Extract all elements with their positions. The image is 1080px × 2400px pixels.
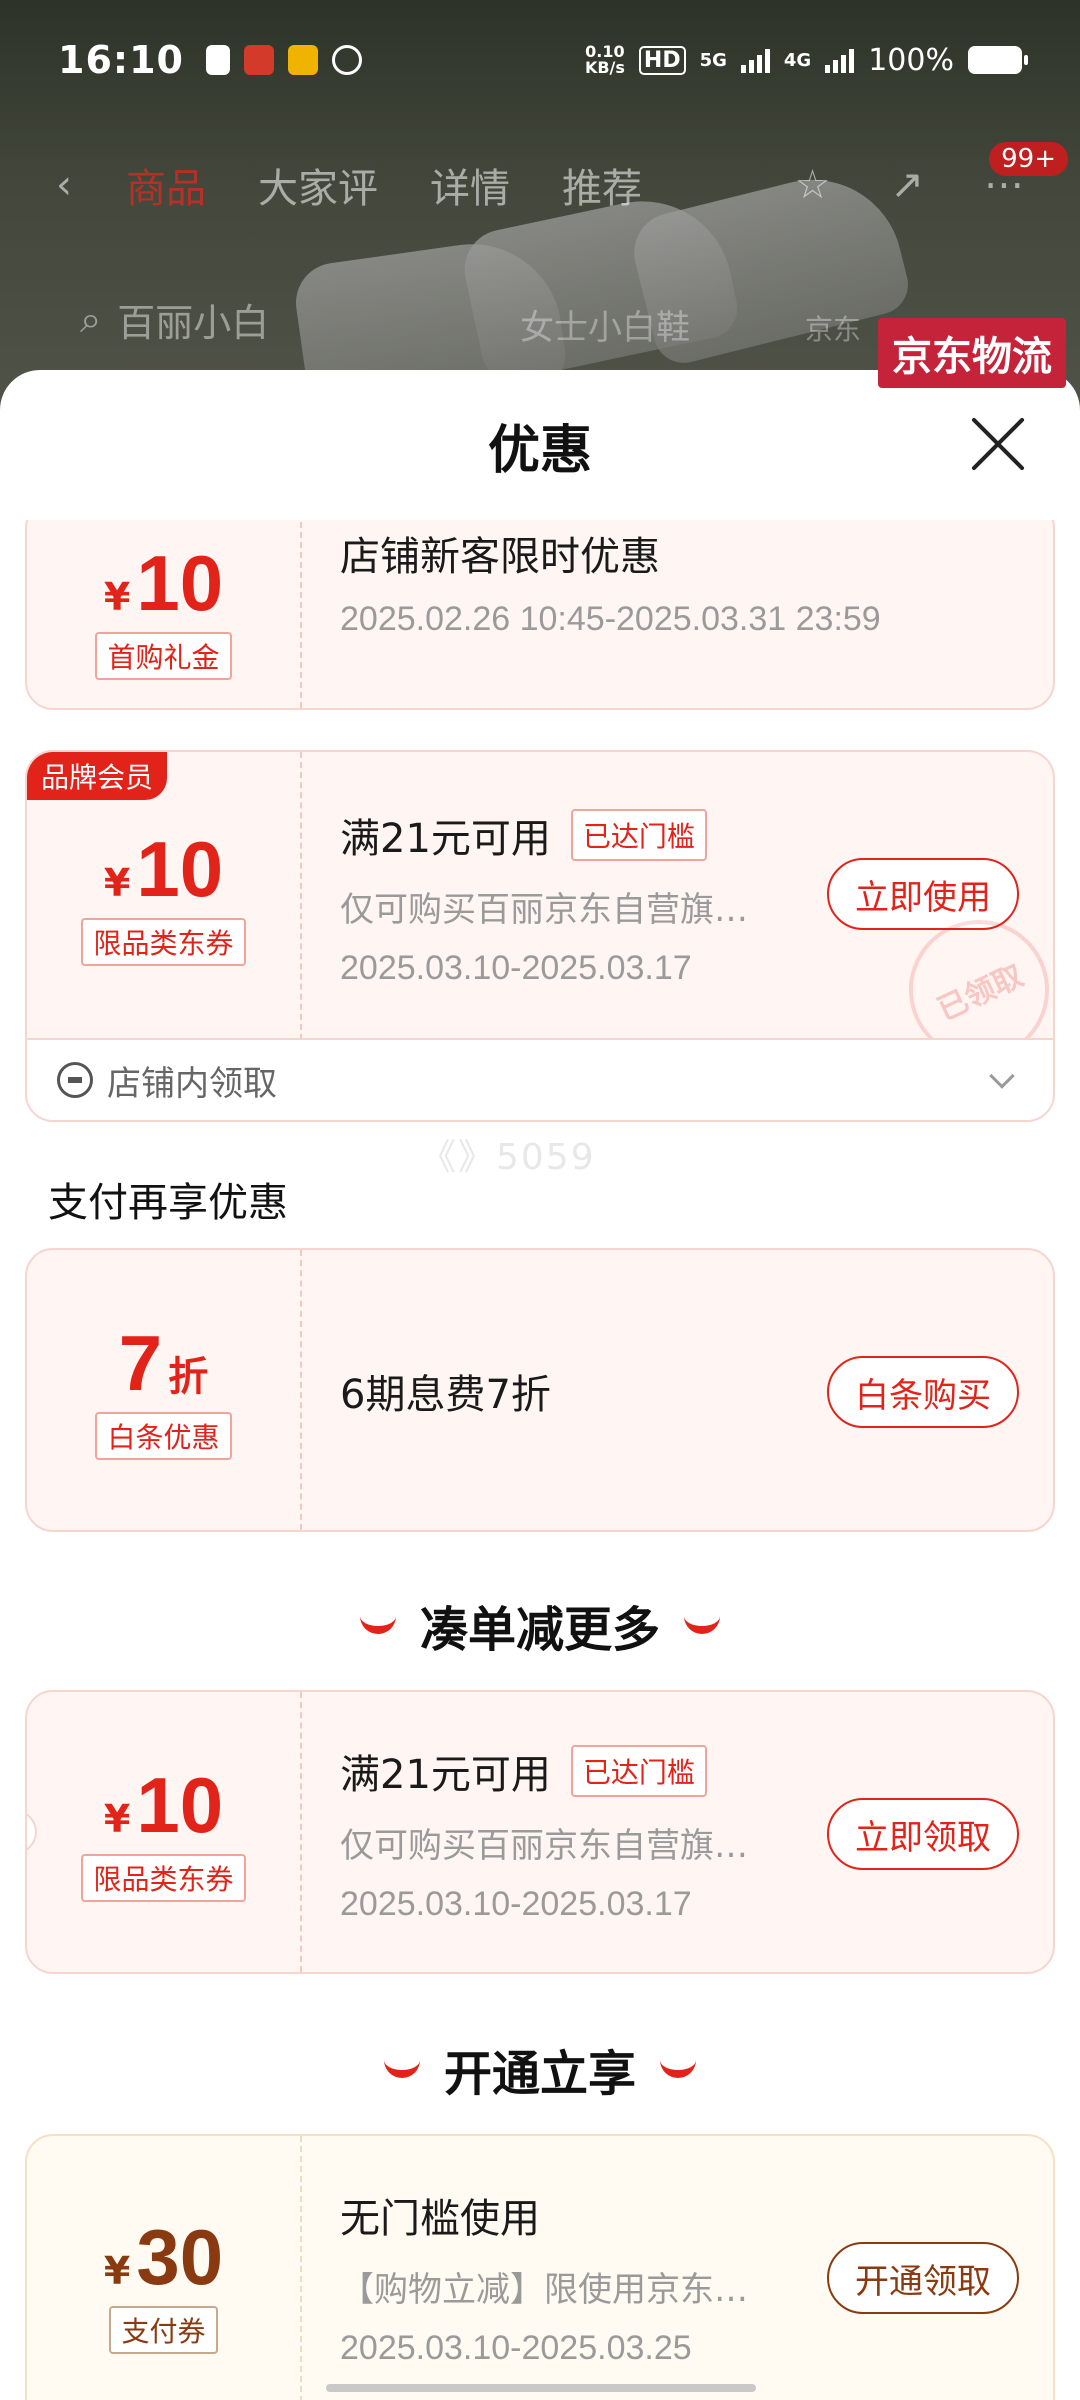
tab-recommend[interactable]: 推荐 [562,156,642,214]
sheet-header: 优惠 [0,370,1080,520]
coupon-desc: 【购物立减】限使用京东支付时使用 [340,2270,770,2310]
check-icon [205,45,230,75]
use-now-button[interactable]: 立即使用 [827,858,1019,930]
status-time: 16:10 [58,38,184,82]
coupon-type-tag: 限品类东券 [81,918,246,966]
coupon-title: 满21元可用 已达门槛 [340,1742,1053,1800]
smile-icon [359,1616,396,1634]
home-indicator[interactable] [326,2384,756,2392]
coupon-title: 满21元可用 已达门槛 [340,806,1053,864]
close-button[interactable] [968,414,1028,474]
coupon-desc: 仅可购买百丽京东自营旗舰店部分商品 [340,1826,770,1866]
notification-icons [205,45,362,75]
threshold-badge: 已达门槛 [570,1745,707,1797]
footer-label: 店铺内领取 [107,1063,277,1104]
tab-product[interactable]: 商品 [126,156,206,214]
coupon-card: ¥30 支付券 无门槛使用 【购物立减】限使用京东支付时使用 2025.03.1… [25,2134,1055,2400]
section-title-pay: 支付再享优惠 [48,1180,288,1226]
tab-details[interactable]: 详情 [430,156,510,214]
hd-icon: HD [638,45,686,75]
search-hint-tertiary: 京东 [805,313,862,346]
coupon-amount: ¥30 [103,2213,224,2301]
coupon-title: 无门槛使用 [340,2196,540,2242]
coupon-desc: 仅可购买百丽京东自营旗舰店部分商品 [340,890,770,930]
smile-icon [660,2060,696,2078]
network-speed: 0.10 KB/s [584,42,625,77]
section-title-open: 开通立享 [0,2034,1080,2104]
sheet-title: 优惠 [487,420,592,481]
coupon-date: 2025.02.26 10:45-2025.03.31 23:59 [340,600,881,638]
coupon-title: 店铺新客限时优惠 [340,534,660,580]
threshold-badge: 已达门槛 [570,809,707,861]
coupon-type-tag: 首购礼金 [95,632,232,680]
coupon-amount: 7折 [118,1319,209,1407]
coupon-card: 7折 白条优惠 6期息费7折 白条购买 [25,1248,1055,1532]
coupon-list[interactable]: ¥10 首购礼金 店铺新客限时优惠 2025.02.26 10:45-2025.… [0,520,1080,2400]
baitiao-buy-button[interactable]: 白条购买 [827,1356,1019,1428]
cart-badge: 99+ [989,142,1068,176]
ticket-icon [57,1062,93,1098]
tab-reviews[interactable]: 大家评 [258,156,378,214]
car-icon [287,45,318,75]
member-badge: 品牌会员 [27,752,168,800]
battery-icon [968,46,1028,74]
discount-sheet: 优惠 ¥10 首购礼金 店铺新客限时优惠 2025.02.26 10:45-20… [0,370,1080,2400]
product-nav: ‹ 商品 大家评 详情 推荐 ☆ ↗ ⋯ [0,140,1080,230]
status-bar: 16:10 0.10 KB/s HD 5G 4G 100% [0,0,1080,120]
coupon-type-tag: 限品类东券 [81,1854,246,1902]
coupon-date: 2025.03.10-2025.03.25 [340,2329,692,2367]
signal-4g-label: 4G [783,49,812,71]
battery-percent: 100% [868,42,954,78]
smile-icon [383,2060,420,2078]
search-hint: ⌕ 百丽小白 [80,297,270,345]
search-icon: ⌕ [80,297,102,341]
coupon-type-tag: 支付券 [109,2306,218,2354]
coupon-card: ¥10 首购礼金 店铺新客限时优惠 2025.02.26 10:45-2025.… [25,520,1055,710]
claim-now-button[interactable]: 立即领取 [827,1798,1019,1870]
coupon-card: ¥10 限品类东券 满21元可用 已达门槛 仅可购买百丽京东自营旗舰店部分商品 … [25,1690,1055,1974]
coupon-card: 品牌会员 ¥10 限品类东券 满21元可用 已达门槛 仅可购买百丽京东自营旗舰店… [25,750,1055,1122]
coupon-amount: ¥10 [103,539,224,627]
signal-5g-label: 5G [699,49,727,71]
signal-icon [740,47,770,73]
signal-icon [825,47,855,73]
search-hint-secondary: 女士小白鞋 [520,308,690,348]
chevron-down-icon[interactable] [989,1063,1015,1089]
logistics-badge: 京东物流 [878,318,1066,388]
back-icon[interactable]: ‹ [56,162,72,208]
leaf-icon [331,45,362,75]
coupon-footer[interactable]: 店铺内领取 [27,1038,1053,1120]
activate-claim-button[interactable]: 开通领取 [827,2242,1019,2314]
watermark: 《》5059 [420,1137,596,1178]
smile-icon [684,1616,720,1634]
coupon-amount: ¥10 [103,1761,224,1849]
section-title-bundle: 凑单减更多 [0,1590,1080,1660]
coupon-amount: ¥10 [103,825,224,913]
coupon-type-tag: 白条优惠 [95,1412,232,1460]
app-icon [243,45,274,75]
share-icon[interactable]: ↗ [890,162,924,208]
star-icon[interactable]: ☆ [795,162,831,208]
coupon-date: 2025.03.10-2025.03.17 [340,1885,692,1923]
